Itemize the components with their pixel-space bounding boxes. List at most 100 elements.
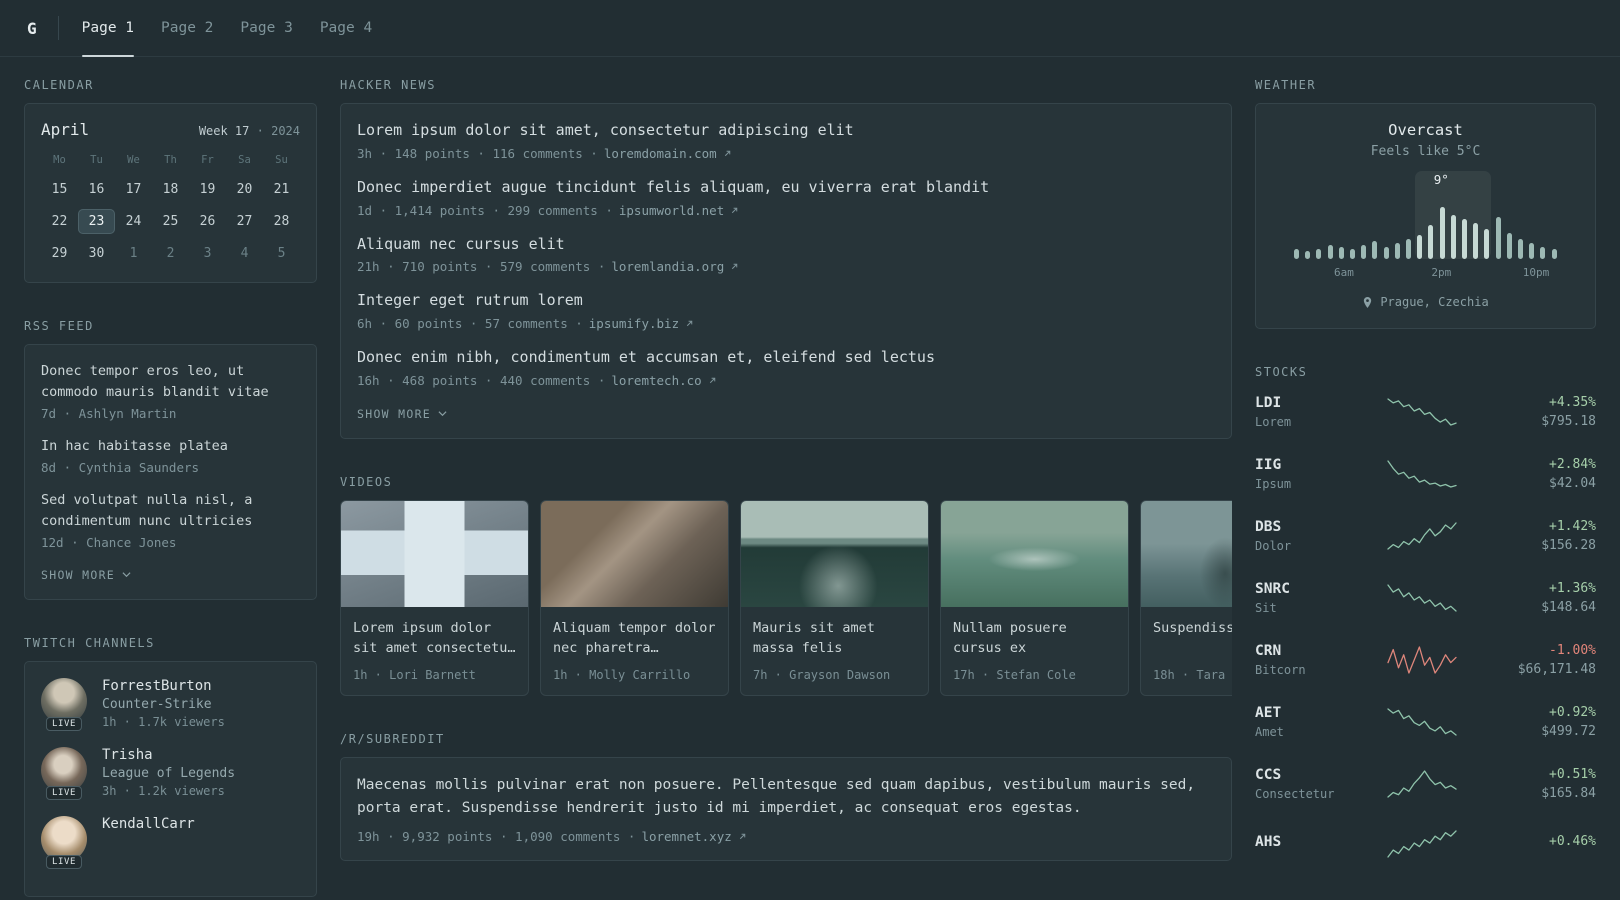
weather-bars (1294, 171, 1557, 259)
hn-show-more-button[interactable]: SHOW MORE (357, 407, 447, 421)
hn-list: Lorem ipsum dolor sit amet, consectetur … (357, 120, 1215, 388)
hn-item-source[interactable]: loremdomain.com (604, 146, 717, 161)
stock-change: +0.46% (1549, 834, 1596, 849)
stock-sparkline-chart (1386, 829, 1457, 858)
stock-row[interactable]: DBS Dolor +1.42% $156.28 (1255, 519, 1596, 553)
video-card[interactable]: Nullam posuere cursus ex 17h · Stefan Col… (940, 499, 1129, 696)
weather-bar (1383, 247, 1389, 259)
calendar-day: 2 (166, 246, 175, 261)
chevron-down-icon (122, 570, 131, 579)
stock-change: +0.51% (1549, 766, 1596, 782)
weather-bar (1439, 207, 1445, 259)
weather-bar (1473, 223, 1479, 259)
video-title: Aliquam tempor dolor nec pharetra… (553, 619, 716, 656)
stock-values: +4.35% $795.18 (1484, 395, 1596, 429)
weather-location[interactable]: Prague, Czechia (1362, 295, 1489, 309)
video-card[interactable]: Lorem ipsum dolor sit amet consectetu… 1h… (340, 499, 529, 696)
nav-divider (57, 16, 59, 40)
hn-item-meta: 16h · 468 points · 440 comments · loremte… (357, 373, 1215, 388)
app-logo[interactable]: G (27, 19, 37, 38)
calendar-day: 25 (162, 214, 179, 229)
weather-bar (1506, 233, 1512, 259)
hn-item-stats: 6h · 60 points · 57 comments · (357, 316, 583, 331)
weather-location-text: Prague, Czechia (1380, 295, 1489, 309)
calendar-day: 26 (199, 214, 216, 229)
stock-row[interactable]: CCS Consectetur +0.51% $165.84 (1255, 767, 1596, 801)
stock-sparkline-chart (1386, 397, 1457, 426)
video-card[interactable]: Aliquam tempor dolor nec pharetra… 1h · M… (540, 499, 729, 696)
video-title: Mauris sit amet massa felis (753, 619, 875, 656)
video-card[interactable]: Suspendisse diam 18h · Tara (1140, 499, 1232, 696)
weather-bar (1394, 243, 1400, 259)
rss-item[interactable]: Donec tempor eros leo, ut commodo mauris… (41, 361, 300, 421)
weather-section-title: WEATHER (1255, 78, 1317, 92)
external-link-icon (730, 262, 739, 271)
stock-name: Consectetur (1255, 786, 1335, 801)
channel-game: Counter-Strike (102, 696, 212, 712)
calendar-week-separator: · (256, 124, 264, 138)
hn-item[interactable]: Integer eget rutrum lorem 6h · 60 points … (357, 290, 1215, 331)
nav-tab-page-1[interactable]: Page 1 (81, 0, 135, 57)
rss-item[interactable]: In hac habitasse platea 8d · Cynthia Saun… (41, 436, 300, 475)
hn-item[interactable]: Aliquam nec cursus elit 21h · 710 points … (357, 234, 1215, 274)
subreddit-post-source[interactable]: loremnet.xyz (641, 829, 731, 844)
hn-item-title: Lorem ipsum dolor sit amet, consectetur … (357, 121, 854, 139)
hn-item-source[interactable]: loremlandia.org (611, 259, 724, 274)
channel-info: KendallCarr (102, 816, 195, 832)
subreddit-post-text[interactable]: Maecenas mollis pulvinar erat non posuer… (357, 774, 1215, 820)
subreddit-post-meta: 19h · 9,932 points · 1,090 comments · lo… (357, 829, 1215, 844)
weather-chart: 9° (1294, 171, 1557, 259)
rss-show-more-button[interactable]: SHOW MORE (41, 568, 131, 582)
channel-name: ForrestBurton (102, 677, 212, 694)
rss-card: Donec tempor eros leo, ut commodo mauris… (24, 344, 317, 600)
stock-row[interactable]: IIG Ipsum +2.84% $42.04 (1255, 457, 1596, 491)
weather-bar (1406, 239, 1412, 259)
video-card-body: Suspendisse diam 18h · Tara (1141, 607, 1232, 695)
weather-bar (1529, 243, 1535, 259)
calendar-day: 21 (273, 182, 290, 197)
video-meta: 1h · Lori Barnett (353, 667, 476, 682)
hn-item[interactable]: Donec imperdiet augue tincidunt felis al… (357, 177, 1215, 218)
twitch-channel[interactable]: LIVE KendallCarr (41, 815, 300, 869)
video-card[interactable]: Mauris sit amet massa felis 7h · Grayson … (740, 499, 929, 696)
stock-sparkline-chart (1386, 645, 1457, 674)
calendar-day: 28 (273, 214, 290, 229)
stock-sparkline (1359, 397, 1484, 427)
stock-sparkline (1359, 521, 1484, 551)
hn-item-source[interactable]: loremtech.co (611, 373, 701, 388)
video-meta: 17h · Stefan Cole (953, 667, 1076, 682)
weather-bar (1417, 235, 1423, 259)
hn-item-source[interactable]: ipsumify.biz (589, 316, 679, 331)
rss-item-meta: 7d · Ashlyn Martin (41, 405, 177, 421)
weather-time-label: 2pm (1431, 266, 1452, 279)
nav-tab-page-4[interactable]: Page 4 (320, 0, 372, 56)
channel-avatar-wrap: LIVE (41, 677, 87, 731)
stock-row[interactable]: AHS +0.46% (1255, 829, 1596, 859)
calendar-day: 17 (125, 182, 142, 197)
twitch-channel[interactable]: LIVE Trisha League of Legends 3h · 1.2k vie… (41, 746, 300, 800)
channel-info: ForrestBurton Counter-Strike 1h · 1.7k vie… (102, 678, 225, 729)
live-badge: LIVE (45, 854, 83, 869)
hn-show-more-label: SHOW MORE (357, 406, 432, 421)
stock-sparkline-chart (1386, 583, 1457, 612)
hn-item[interactable]: Donec enim nibh, condimentum et accumsan… (357, 347, 1215, 388)
stock-id: DBS Dolor (1255, 519, 1359, 553)
stock-sparkline-chart (1386, 459, 1457, 488)
weather-bar (1462, 219, 1468, 259)
stock-row[interactable]: LDI Lorem +4.35% $795.18 (1255, 395, 1596, 429)
stock-change: +1.36% (1549, 580, 1596, 596)
hn-item[interactable]: Lorem ipsum dolor sit amet, consectetur … (357, 120, 1215, 161)
channel-meta: 1h · 1.7k viewers (102, 714, 225, 729)
channel-info: Trisha League of Legends 3h · 1.2k viewers (102, 747, 235, 798)
twitch-channel[interactable]: LIVE ForrestBurton Counter-Strike 1h · 1.7k… (41, 677, 300, 731)
weather-bar (1450, 215, 1456, 259)
stock-row[interactable]: AET Amet +0.92% $499.72 (1255, 705, 1596, 739)
hn-item-source[interactable]: ipsumworld.net (619, 203, 724, 218)
stock-row[interactable]: CRN Bitcorn -1.00% $66,171.48 (1255, 643, 1596, 677)
nav-tab-page-3[interactable]: Page 3 (240, 0, 292, 56)
stock-sparkline (1359, 645, 1484, 675)
rss-item[interactable]: Sed volutpat nulla nisl, a condimentum n… (41, 490, 300, 550)
stocks-section-title: STOCKS (1255, 364, 1308, 379)
stock-row[interactable]: SNRC Sit +1.36% $148.64 (1255, 581, 1596, 615)
nav-tab-page-2[interactable]: Page 2 (161, 0, 213, 56)
